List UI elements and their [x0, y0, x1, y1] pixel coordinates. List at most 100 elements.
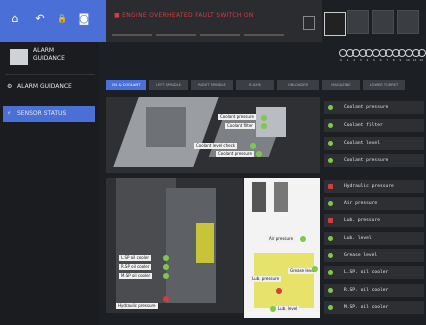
home-icon: ⌂	[11, 12, 19, 25]
lock-button[interactable]: 🔒	[55, 12, 69, 26]
toolbar-button[interactable]	[372, 10, 394, 34]
coolant-filter-unit	[256, 107, 286, 137]
camera-icon: ◙	[78, 12, 90, 25]
alarm-log-button[interactable]	[303, 16, 315, 30]
ok-indicator	[328, 158, 333, 163]
sensor-row[interactable]: Coolant pressure	[324, 154, 424, 167]
tab-label: UNLOADER	[288, 83, 308, 87]
sensor-row[interactable]: Coolant filter	[324, 119, 424, 132]
sensor-dot[interactable]	[163, 264, 169, 270]
tab-label: RIGHT SPINDLE	[198, 83, 226, 87]
sensor-label: Coolant pressure	[344, 158, 389, 163]
alarm-guidance-logo	[10, 49, 28, 65]
sensor-row[interactable]: R.SP. oil cooler	[324, 284, 424, 297]
sidebar-item-label: ALARM GUIDANCE	[17, 83, 72, 90]
coolant-unit-view	[106, 97, 320, 173]
ok-indicator	[328, 288, 333, 293]
tab-magazine[interactable]: MAGAZINE	[322, 80, 360, 90]
lubrication-view	[244, 178, 320, 318]
sensor-row[interactable]: Lub. pressure	[324, 214, 424, 227]
alarm-segment	[156, 34, 196, 36]
tab-oil-coolant[interactable]: OIL & COOLANT	[106, 80, 146, 90]
sensor-row[interactable]: Grease level	[324, 249, 424, 262]
sidebar-item-sensor-status[interactable]: ⚡ SENSOR STATUS	[3, 106, 95, 122]
sidebar-item-alarm-guidance[interactable]: ⚙ ALARM GUIDANCE	[3, 79, 95, 95]
status-id-label: 9	[399, 58, 402, 62]
sensor-dot[interactable]	[256, 151, 262, 157]
ok-indicator	[328, 236, 333, 241]
tab-label: B AXIS	[249, 83, 261, 87]
status-id-label: 4	[366, 58, 369, 62]
sidebar-divider	[5, 74, 95, 75]
home-button[interactable]: ⌂	[8, 12, 22, 26]
callout-lub-level: Lub. level	[276, 306, 300, 312]
status-id-indicator	[418, 49, 426, 57]
sensor-dot[interactable]	[250, 143, 256, 149]
alarm-segment	[200, 34, 240, 36]
tab-label: MAGAZINE	[331, 83, 351, 87]
sensor-row[interactable]: Lub. level	[324, 232, 424, 245]
toolbar-button[interactable]	[347, 10, 369, 34]
brand-line: ALARM	[33, 47, 55, 54]
sensor-dot[interactable]	[163, 255, 169, 261]
sensor-dot[interactable]	[312, 266, 318, 272]
camera-button[interactable]: ◙	[77, 12, 91, 26]
status-id-label: 2	[353, 58, 356, 62]
undo-icon: ↶	[35, 12, 45, 25]
sensor-dot[interactable]	[261, 115, 267, 121]
callout-coolant-pressure-2: Coolant pressure	[216, 151, 254, 157]
save-button[interactable]	[324, 12, 346, 36]
sensor-dot[interactable]	[163, 273, 169, 279]
ok-indicator	[328, 305, 333, 310]
sensor-row[interactable]: Hydraulic pressure	[324, 180, 424, 193]
ok-indicator	[328, 270, 333, 275]
sensor-dot-alarm[interactable]	[276, 288, 282, 294]
sensor-dot-alarm[interactable]	[163, 296, 169, 302]
sensor-label: M.SP. oil cooler	[344, 305, 389, 310]
tab-b-axis[interactable]: B AXIS	[236, 80, 274, 90]
tab-right-spindle[interactable]: RIGHT SPINDLE	[191, 80, 233, 90]
sensor-dot[interactable]	[300, 236, 306, 242]
sensor-dot[interactable]	[270, 306, 276, 312]
sensor-row[interactable]: M.SP. oil cooler	[324, 301, 424, 314]
sensor-row[interactable]: Air pressure	[324, 197, 424, 210]
toolbar-button[interactable]	[397, 10, 419, 34]
ok-indicator	[328, 201, 333, 206]
tab-lower-turret[interactable]: LOWER TURRET	[363, 80, 405, 90]
callout-coolant-pressure: Coolant pressure	[218, 114, 256, 120]
alarm-guidance-icon: ⚙	[7, 83, 13, 90]
status-id-label: 0	[340, 58, 342, 62]
sensor-dot[interactable]	[261, 123, 267, 129]
ok-indicator	[328, 123, 333, 128]
sensor-row[interactable]: L.SP. oil cooler	[324, 266, 424, 279]
sensor-row[interactable]: Coolant pressure	[324, 101, 424, 114]
ok-indicator	[328, 105, 333, 110]
tab-label: OIL & COOLANT	[111, 83, 141, 87]
callout-air-pressure: Air pressure	[267, 236, 296, 242]
tab-unloader[interactable]: UNLOADER	[277, 80, 319, 90]
status-id-label: 6	[379, 58, 382, 62]
callout-coolant-filter: Coolant filter	[225, 123, 255, 129]
undo-button[interactable]: ↶	[33, 12, 47, 26]
machine-detail	[146, 107, 186, 147]
sensor-label: Coolant level	[344, 141, 380, 146]
status-id-label: 3	[359, 58, 362, 62]
callout-coolant-level-check: Coolant level check	[194, 143, 238, 149]
tab-label: LOWER TURRET	[369, 83, 399, 87]
sensor-label: Lub. level	[344, 236, 372, 241]
tab-left-spindle[interactable]: LEFT SPINDLE	[149, 80, 188, 90]
sensor-label: Hydraulic pressure	[344, 184, 394, 189]
status-id-label: 8	[392, 58, 395, 62]
alarm-indicator	[328, 218, 333, 223]
sensor-label: L.SP. oil cooler	[344, 270, 389, 275]
alarm-message: ■ ENGINE OVERHEATED FAULT SWITCH ON	[114, 12, 254, 19]
sensor-row[interactable]: Coolant level	[324, 137, 424, 150]
callout-rsp-oil-cooler: R.SP oil cooler	[119, 264, 152, 270]
status-id-label: 11	[412, 58, 417, 62]
status-id-label: 7	[386, 58, 389, 62]
status-id-label: 10	[406, 58, 410, 62]
top-nav-bar: ⌂ ↶ 🔒 ◙	[0, 0, 106, 42]
sensor-label: R.SP. oil cooler	[344, 288, 389, 293]
callout-msp-oil-cooler: M.SP oil cooler	[119, 273, 153, 279]
pump-unit	[252, 182, 266, 212]
